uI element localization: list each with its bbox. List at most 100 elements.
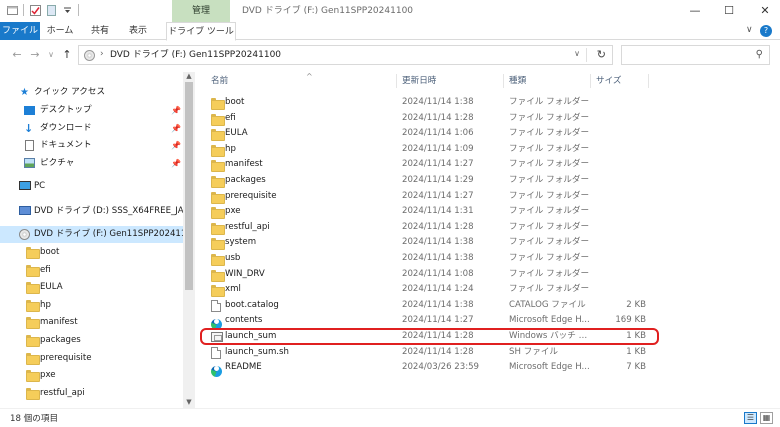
- sidebar-folder-item[interactable]: efi: [0, 262, 183, 279]
- sidebar-folder-item[interactable]: hp: [0, 297, 183, 314]
- sidebar-item-drive-d[interactable]: DVD ドライブ (D:) SSS_X64FREE_JA-JP_DV: [0, 203, 195, 220]
- title-bar: 管理 DVD ドライブ (F:) Gen11SPP20241100 — ☐ ✕: [0, 0, 780, 22]
- column-divider[interactable]: [503, 74, 504, 88]
- folder-icon: [211, 207, 225, 220]
- address-path[interactable]: DVD ドライブ (F:) Gen11SPP20241100: [110, 46, 281, 64]
- file-row[interactable]: usb 2024/11/14 1:38 ファイル フォルダー: [203, 251, 780, 267]
- dvd-drive-icon: [19, 206, 31, 217]
- column-header-name[interactable]: 名前 ^: [211, 72, 313, 90]
- file-row[interactable]: restful_api 2024/11/14 1:28 ファイル フォルダー: [203, 220, 780, 236]
- file-date: 2024/11/14 1:38: [402, 299, 474, 310]
- file-name: boot: [225, 97, 245, 107]
- file-name: prerequisite: [225, 190, 277, 201]
- properties-icon[interactable]: [29, 4, 41, 16]
- sidebar-item-label: デスクトップ: [40, 105, 92, 115]
- tab-file[interactable]: ファイル: [0, 22, 40, 40]
- file-row[interactable]: launch_sum.sh 2024/11/14 1:28 SH ファイル 1 KB: [203, 345, 780, 361]
- file-row[interactable]: system 2024/11/14 1:38 ファイル フォルダー: [203, 235, 780, 251]
- tab-share[interactable]: 共有: [82, 22, 118, 40]
- address-bar[interactable]: › DVD ドライブ (F:) Gen11SPP20241100 ∨ ↻: [78, 45, 613, 65]
- address-dropdown-icon[interactable]: ∨: [574, 49, 580, 58]
- tab-drive-tools[interactable]: ドライブ ツール: [166, 22, 236, 41]
- file-row[interactable]: WIN_DRV 2024/11/14 1:08 ファイル フォルダー: [203, 267, 780, 283]
- file-row[interactable]: contents 2024/11/14 1:27 Microsoft Edge H.…: [203, 313, 780, 331]
- sidebar-folder-item[interactable]: manifest: [0, 314, 183, 331]
- sidebar-item-pictures[interactable]: ピクチャ 📌: [0, 155, 183, 172]
- file-row[interactable]: boot 2024/11/14 1:38 ファイル フォルダー: [203, 95, 780, 111]
- file-row[interactable]: xml 2024/11/14 1:24 ファイル フォルダー: [203, 282, 780, 298]
- sidebar-folder-item[interactable]: boot: [0, 244, 183, 261]
- forward-button[interactable]: →: [28, 48, 42, 62]
- sidebar-item-documents[interactable]: ドキュメント 📌: [0, 137, 183, 154]
- file-row[interactable]: manifest 2024/11/14 1:27 ファイル フォルダー: [203, 157, 780, 173]
- sidebar-folder-item[interactable]: restful_api: [0, 385, 183, 402]
- folder-icon: [211, 98, 225, 110]
- breadcrumb-separator[interactable]: ›: [100, 49, 104, 59]
- column-header-size[interactable]: サイズ: [596, 72, 622, 90]
- new-folder-icon[interactable]: [45, 4, 57, 16]
- close-button[interactable]: ✕: [750, 0, 780, 22]
- file-type: CATALOG ファイル: [509, 299, 586, 310]
- file-name: xml: [225, 284, 241, 295]
- refresh-icon[interactable]: ↻: [597, 48, 606, 61]
- sidebar-folder-item[interactable]: packages: [0, 332, 183, 349]
- maximize-button[interactable]: ☐: [714, 0, 744, 22]
- column-divider[interactable]: [396, 74, 397, 88]
- sidebar-folder-item[interactable]: pxe: [0, 367, 183, 384]
- scroll-down-icon[interactable]: ▼: [183, 398, 195, 406]
- minimize-button[interactable]: —: [680, 0, 710, 22]
- window-title: DVD ドライブ (F:) Gen11SPP20241100: [242, 6, 414, 16]
- tab-view[interactable]: 表示: [120, 22, 156, 40]
- help-icon[interactable]: ?: [760, 25, 772, 37]
- tab-home[interactable]: ホーム: [42, 22, 78, 40]
- file-row[interactable]: EULA 2024/11/14 1:06 ファイル フォルダー: [203, 126, 780, 142]
- file-row[interactable]: packages 2024/11/14 1:29 ファイル フォルダー: [203, 173, 780, 189]
- customize-toolbar-icon[interactable]: [61, 4, 73, 16]
- sidebar-item-downloads[interactable]: ↓ ダウンロード 📌: [0, 120, 183, 137]
- recent-locations-button[interactable]: ∨: [44, 48, 58, 62]
- file-row[interactable]: prerequisite 2024/11/14 1:27 ファイル フォルダー: [203, 189, 780, 205]
- file-name: README: [225, 362, 262, 373]
- details-view-button[interactable]: ☰: [744, 412, 757, 424]
- sidebar-item-quick-access[interactable]: ★ クイック アクセス: [0, 84, 183, 101]
- folder-icon: [26, 387, 40, 400]
- scrollbar-thumb[interactable]: [185, 82, 193, 290]
- large-icons-view-button[interactable]: ▦: [760, 412, 773, 424]
- column-header-date[interactable]: 更新日時: [402, 72, 436, 90]
- file-date: 2024/11/14 1:31: [402, 206, 474, 217]
- sidebar-item-pc[interactable]: PC: [0, 178, 183, 195]
- up-button[interactable]: ↑: [60, 48, 74, 62]
- file-row[interactable]: README 2024/03/26 23:59 Microsoft Edge H..…: [203, 360, 780, 378]
- sidebar-folder-item[interactable]: prerequisite: [0, 350, 183, 367]
- file-row[interactable]: hp 2024/11/14 1:09 ファイル フォルダー: [203, 142, 780, 158]
- file-size: 2 KB: [626, 299, 646, 310]
- sidebar-item-label: packages: [40, 335, 81, 345]
- file-row[interactable]: efi 2024/11/14 1:28 ファイル フォルダー: [203, 111, 780, 127]
- file-date: 2024/11/14 1:38: [402, 253, 474, 263]
- file-date: 2024/11/14 1:38: [402, 97, 474, 107]
- sidebar-scrollbar[interactable]: ▲ ▼: [183, 72, 195, 408]
- sidebar-item-label: DVD ドライブ (D:) SSS_X64FREE_JA-JP_DV: [34, 206, 195, 216]
- folder-icon: [211, 238, 225, 251]
- sidebar-item-label: ダウンロード: [40, 123, 92, 133]
- folder-icon: [211, 285, 225, 298]
- sidebar-folder-item[interactable]: EULA: [0, 279, 183, 296]
- column-header-type[interactable]: 種類: [509, 72, 526, 90]
- file-row[interactable]: pxe 2024/11/14 1:31 ファイル フォルダー: [203, 204, 780, 220]
- sidebar-item-label: boot: [40, 247, 60, 257]
- scroll-up-icon[interactable]: ▲: [183, 72, 195, 80]
- folder-icon: [211, 113, 225, 126]
- column-divider[interactable]: [590, 74, 591, 88]
- column-divider[interactable]: [648, 74, 649, 88]
- file-name: WIN_DRV: [225, 268, 265, 279]
- context-tab-manage[interactable]: 管理: [172, 0, 230, 22]
- sidebar-item-drive-f[interactable]: DVD ドライブ (F:) Gen11SPP20241100: [0, 226, 195, 243]
- file-row[interactable]: boot.catalog 2024/11/14 1:38 CATALOG ファイル 2…: [203, 298, 780, 314]
- sidebar-item-desktop[interactable]: デスクトップ 📌: [0, 102, 183, 119]
- sidebar-item-label: manifest: [40, 317, 78, 328]
- expand-ribbon-icon[interactable]: ∨: [746, 25, 753, 35]
- search-input[interactable]: ⚲: [621, 45, 770, 65]
- back-button[interactable]: ←: [10, 48, 24, 62]
- window-menu-icon[interactable]: [6, 4, 18, 16]
- file-type: ファイル フォルダー: [509, 284, 590, 295]
